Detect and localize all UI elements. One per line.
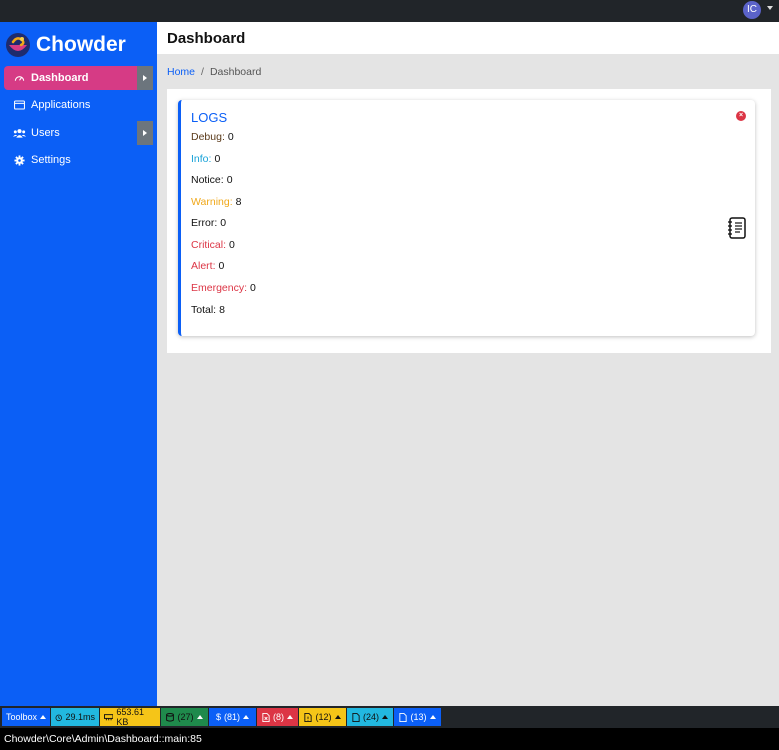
page-title: Dashboard	[167, 30, 246, 47]
sidebar-item-label: Dashboard	[31, 72, 89, 84]
user-avatar[interactable]: IC	[743, 1, 761, 19]
log-value: 8	[219, 304, 225, 316]
database-icon	[166, 712, 175, 722]
caret-up-icon	[429, 715, 436, 719]
chevron-down-icon[interactable]	[767, 6, 773, 10]
breadcrumb: Home / Dashboard	[167, 66, 261, 78]
chowder-logo-icon	[6, 33, 30, 57]
include-file-icon	[399, 712, 408, 722]
log-label: Alert:	[191, 260, 216, 272]
log-label: Emergency:	[191, 282, 248, 294]
sidebar: Chowder Dashboard Applications Users Set…	[0, 22, 157, 706]
log-value: 0	[214, 153, 221, 165]
sidebar-item-label: Users	[31, 127, 60, 139]
dollar-icon: $	[215, 712, 221, 722]
errors-button[interactable]: (8)	[257, 708, 298, 726]
variables-count: (81)	[224, 712, 241, 722]
includes-count: (13)	[410, 712, 427, 722]
warnings-button[interactable]: (12)	[299, 708, 346, 726]
gauge-icon	[12, 71, 26, 85]
log-label: Critical:	[191, 239, 227, 251]
caret-up-icon	[196, 715, 203, 719]
brand[interactable]: Chowder	[5, 29, 126, 61]
expand-dashboard-button[interactable]	[137, 66, 153, 90]
sidebar-item-label: Settings	[31, 154, 71, 166]
breadcrumb-separator: /	[201, 66, 204, 78]
top-bar: IC	[0, 0, 779, 22]
users-icon	[12, 126, 26, 140]
log-label: Warning:	[191, 196, 233, 208]
sidebar-item-dashboard[interactable]: Dashboard	[4, 66, 153, 90]
log-value: 0	[218, 260, 225, 272]
database-count: (27)	[177, 712, 194, 722]
log-value: 0	[220, 217, 227, 229]
time-value: 29.1ms	[65, 712, 95, 722]
timer-button[interactable]: 29.1ms	[51, 708, 99, 726]
page-header: Dashboard	[157, 22, 779, 54]
notebook-icon	[728, 217, 746, 239]
caret-up-icon	[243, 715, 250, 719]
content-panel: LOGS × Debug: 0 Info: 0 Notice: 0 Warning: 8…	[167, 89, 771, 353]
toolbox-label: Toolbox	[5, 712, 38, 722]
memory-button[interactable]: 653.61 KB	[100, 707, 160, 727]
log-value: 0	[227, 131, 234, 143]
file-icon	[352, 712, 360, 722]
warnings-count: (12)	[315, 712, 332, 722]
close-icon[interactable]: ×	[736, 111, 746, 121]
log-row-notice: Notice: 0	[191, 174, 233, 186]
log-row-warning: Warning: 8	[191, 196, 241, 208]
log-row-critical: Critical: 0	[191, 239, 235, 251]
caret-up-icon	[287, 715, 293, 719]
debug-toolbar: Toolbox 29.1ms 653.61 KB (27) $ (81) (8)…	[0, 706, 779, 728]
log-row-info: Info: 0	[191, 153, 220, 165]
clock-icon	[55, 714, 62, 721]
log-value: 8	[235, 196, 242, 208]
caret-up-icon	[334, 715, 341, 719]
sidebar-item-settings[interactable]: Settings	[4, 148, 153, 172]
log-row-error: Error: 0	[191, 217, 226, 229]
window-icon	[12, 98, 26, 112]
logs-title: LOGS	[191, 110, 228, 125]
chevron-right-icon	[143, 75, 147, 81]
log-row-alert: Alert: 0	[191, 260, 224, 272]
logs-card: LOGS × Debug: 0 Info: 0 Notice: 0 Warning: 8…	[178, 100, 755, 336]
expand-users-button[interactable]	[137, 121, 153, 145]
route-status-line: Chowder\Core\Admin\Dashboard::main:85	[0, 728, 779, 750]
log-row-total: Total: 8	[191, 304, 225, 316]
brand-name: Chowder	[36, 33, 126, 56]
memory-value: 653.61 KB	[116, 707, 144, 727]
log-value: 0	[250, 282, 256, 294]
database-button[interactable]: (27)	[161, 708, 208, 726]
chevron-right-icon	[143, 130, 147, 136]
includes-button[interactable]: (13)	[394, 708, 441, 726]
files-button[interactable]: (24)	[347, 708, 393, 726]
log-row-debug: Debug: 0	[191, 131, 234, 143]
log-label: Notice:	[191, 174, 224, 186]
memory-icon	[104, 714, 114, 721]
log-label: Total:	[191, 304, 217, 316]
sidebar-item-users[interactable]: Users	[4, 121, 153, 145]
files-count: (24)	[362, 712, 379, 722]
log-label: Debug:	[191, 131, 225, 143]
log-value: 0	[226, 174, 233, 186]
log-value: 0	[229, 239, 235, 251]
warning-file-icon	[304, 712, 313, 722]
breadcrumb-current: Dashboard	[209, 66, 262, 78]
errors-count: (8)	[273, 712, 284, 722]
breadcrumb-home-link[interactable]: Home	[167, 66, 195, 78]
gear-icon	[12, 153, 26, 167]
toolbox-button[interactable]: Toolbox	[2, 708, 50, 726]
log-row-emergency: Emergency: 0	[191, 282, 256, 294]
variables-button[interactable]: $ (81)	[209, 708, 256, 726]
log-label: Error:	[191, 217, 218, 229]
sidebar-item-label: Applications	[31, 99, 91, 111]
log-label: Info:	[191, 153, 212, 165]
caret-up-icon	[40, 715, 47, 719]
error-file-icon	[262, 712, 270, 722]
sidebar-item-applications[interactable]: Applications	[4, 93, 153, 117]
caret-up-icon	[382, 715, 388, 719]
